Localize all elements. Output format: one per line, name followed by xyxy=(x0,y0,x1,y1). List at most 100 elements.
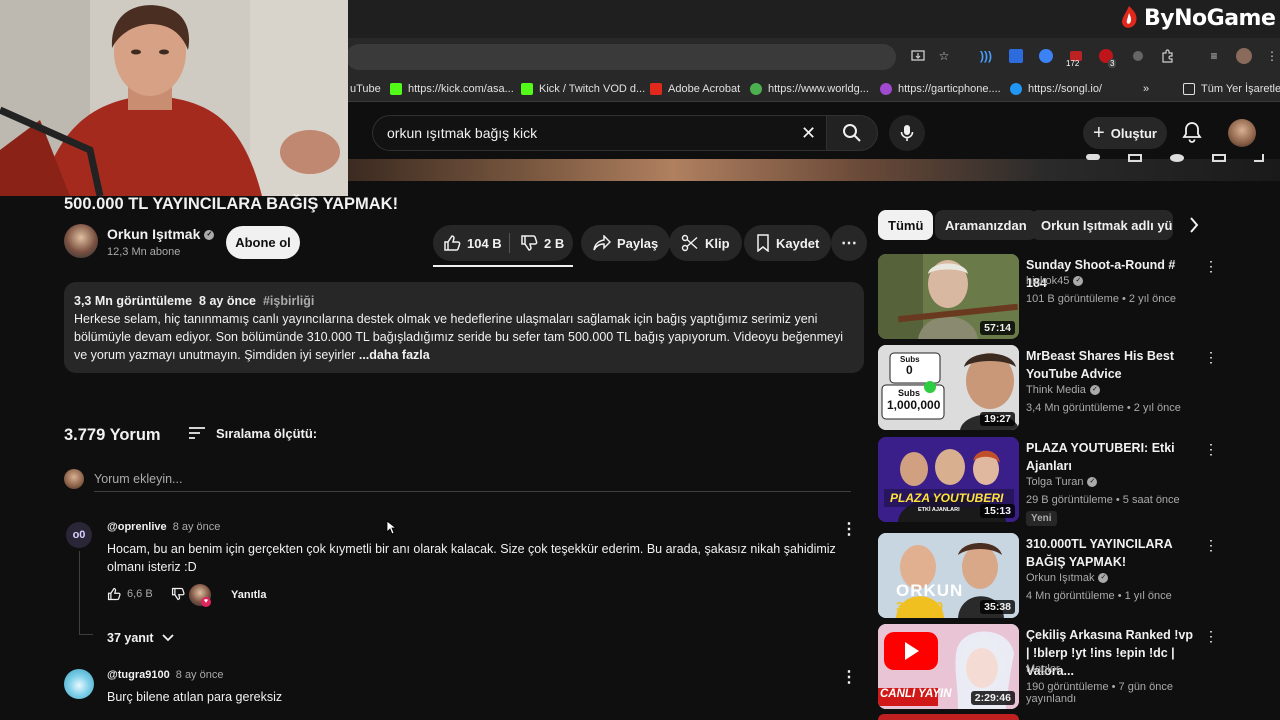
view-replies-button[interactable]: 37 yanıt xyxy=(107,631,174,645)
commenter-avatar[interactable]: o0 xyxy=(66,522,92,548)
channel-name[interactable]: Orkun Işıtmak xyxy=(107,226,200,242)
view-count: 3,3 Mn görüntüleme xyxy=(74,294,193,308)
share-button[interactable]: Paylaş xyxy=(581,225,671,261)
bookmark-kick[interactable]: https://kick.com/asa... xyxy=(390,80,514,98)
chip-from-search[interactable]: Aramanızdan xyxy=(935,210,1037,240)
like-button[interactable]: 104 B xyxy=(443,225,502,261)
video-channel[interactable]: Maglor xyxy=(1026,663,1060,675)
subtitles-icon[interactable] xyxy=(1128,154,1142,162)
recommended-video[interactable]: 57:14 Sunday Shoot-a-Round # 184 hickok4… xyxy=(878,254,1218,340)
extension-gray-icon[interactable] xyxy=(1130,48,1146,64)
save-button[interactable]: Kaydet xyxy=(744,225,832,261)
recommended-video[interactable]: Subs 0 Subs 1,000,000 19:27 MrBeast Shar… xyxy=(878,345,1218,431)
comment-author[interactable]: @oprenlive xyxy=(107,521,167,533)
dislike-button[interactable]: 2 B xyxy=(520,225,564,261)
sort-comments-button[interactable]: Sıralama ölçütü: xyxy=(188,425,317,441)
search-button[interactable] xyxy=(826,115,878,151)
account-avatar[interactable] xyxy=(1228,119,1256,147)
bookmark-all-folder[interactable]: Tüm Yer İşaretleri xyxy=(1183,80,1280,98)
video-menu-icon[interactable]: ⋮ xyxy=(1204,441,1218,458)
video-menu-icon[interactable]: ⋮ xyxy=(1204,537,1218,554)
bookmark-gartic[interactable]: https://garticphone.... xyxy=(880,80,1001,98)
video-title[interactable]: 310.000TL YAYINCILARA BAĞIŞ YAPMAK! xyxy=(1026,535,1198,571)
profile-avatar-icon[interactable] xyxy=(1236,48,1252,64)
video-thumbnail[interactable]: CANLI YAYIN 2:29:46 xyxy=(878,624,1019,709)
hashtag-link[interactable]: #işbirliği xyxy=(263,294,314,308)
recommended-video[interactable]: PLAZA YOUTUBERI ETKİ AJANLARI 15:13 PLAZ… xyxy=(878,437,1218,526)
address-bar[interactable] xyxy=(346,44,896,70)
reading-list-icon[interactable]: ≡ xyxy=(1206,48,1222,64)
browser-menu-icon[interactable]: ⋮ xyxy=(1264,48,1280,64)
chip-next-chevron-icon[interactable] xyxy=(1189,217,1199,233)
fullscreen-icon[interactable] xyxy=(1254,154,1264,162)
video-title[interactable]: PLAZA YOUTUBERI: Etki Ajanları xyxy=(1026,439,1198,475)
reply-button[interactable]: Yanıtla xyxy=(231,589,266,601)
install-app-icon[interactable] xyxy=(910,48,926,64)
logo-text: ByNoGame xyxy=(1144,5,1276,31)
settings-gear-icon[interactable] xyxy=(1170,154,1184,162)
comment-count: 3.779 Yorum xyxy=(64,426,161,444)
video-channel[interactable]: Orkun Işıtmak xyxy=(1026,572,1094,584)
bookmark-star-icon[interactable]: ☆ xyxy=(936,48,952,64)
clear-search-icon[interactable]: ✕ xyxy=(801,123,816,144)
chip-channel-uploads[interactable]: Orkun Işıtmak adlı yükle xyxy=(1031,210,1173,240)
channel-name-row[interactable]: Orkun Işıtmak ✓ xyxy=(107,226,215,242)
chip-all[interactable]: Tümü xyxy=(878,210,934,240)
video-menu-icon[interactable]: ⋮ xyxy=(1204,349,1218,366)
recommended-video[interactable]: ORKUN 310,000 35:38 310.000TL YAYINCILAR… xyxy=(878,533,1218,619)
recommended-video[interactable]: CANLI YAYIN 2:29:46 Çekiliş Arkasına Ran… xyxy=(878,624,1218,710)
video-thumbnail[interactable]: 57:14 xyxy=(878,254,1019,339)
video-thumbnail[interactable]: ORKUN 310,000 35:38 xyxy=(878,533,1019,618)
comment-date[interactable]: 8 ay önce xyxy=(176,669,224,681)
video-thumbnail[interactable]: Subs 0 Subs 1,000,000 19:27 xyxy=(878,345,1019,430)
comment-date[interactable]: 8 ay önce xyxy=(173,521,221,533)
extension-wave-icon[interactable]: ))) xyxy=(978,48,994,64)
extensions-puzzle-icon[interactable] xyxy=(1160,48,1176,64)
subscribe-button[interactable]: Abone ol xyxy=(226,226,300,259)
video-menu-icon[interactable]: ⋮ xyxy=(1204,258,1218,275)
bookmarks-overflow-icon[interactable]: » xyxy=(1143,80,1149,98)
video-channel-row[interactable]: Orkun Işıtmak ✓ xyxy=(1026,572,1109,584)
video-channel-row[interactable]: Tolga Turan ✓ xyxy=(1026,476,1098,488)
show-more-link[interactable]: ...daha fazla xyxy=(359,348,430,362)
search-input[interactable]: orkun ışıtmak bağış kick ✕ xyxy=(372,115,826,151)
more-actions-icon[interactable]: ⋯ xyxy=(831,225,867,261)
notifications-bell-icon[interactable] xyxy=(1182,121,1202,143)
comment-menu-icon[interactable]: ⋮ xyxy=(841,667,857,687)
comment-dislike-icon[interactable] xyxy=(171,587,185,601)
comment-like-icon[interactable] xyxy=(107,587,121,601)
bookmark-worldguessr[interactable]: https://www.worldg... xyxy=(750,80,869,98)
description-box[interactable]: 3,3 Mn görüntüleme 8 ay önce #işbirliği … xyxy=(64,282,864,373)
video-title[interactable]: MrBeast Shares His Best YouTube Advice xyxy=(1026,347,1198,383)
voice-search-button[interactable] xyxy=(889,115,925,151)
thumbnail-text: 310,000 xyxy=(896,599,943,614)
clip-label: Klip xyxy=(705,235,730,251)
search-icon xyxy=(843,124,861,142)
add-comment-input[interactable]: Yorum ekleyin... xyxy=(94,470,851,492)
bookmark-label: https://garticphone.... xyxy=(898,83,1001,95)
video-channel-row[interactable]: Maglor xyxy=(1026,663,1060,675)
theater-mode-icon[interactable] xyxy=(1212,154,1226,162)
commenter-avatar[interactable] xyxy=(64,669,94,699)
bookmark-vod[interactable]: Kick / Twitch VOD d... xyxy=(521,80,645,98)
bookmark-songl[interactable]: https://songl.io/ xyxy=(1010,80,1102,98)
clip-button[interactable]: Klip xyxy=(669,225,742,261)
comment-author[interactable]: @tugra9100 xyxy=(107,669,170,681)
autoplay-toggle-icon[interactable] xyxy=(1086,154,1100,160)
video-channel[interactable]: Tolga Turan xyxy=(1026,476,1083,488)
video-menu-icon[interactable]: ⋮ xyxy=(1204,628,1218,645)
bookmark-youtube[interactable]: uTube xyxy=(350,80,381,98)
comment-menu-icon[interactable]: ⋮ xyxy=(841,519,857,539)
video-channel-row[interactable]: hickok45 ✓ xyxy=(1026,275,1084,287)
extension-circle-icon[interactable] xyxy=(1038,48,1054,64)
video-channel[interactable]: Think Media xyxy=(1026,384,1086,396)
create-button[interactable]: + Oluştur xyxy=(1083,117,1167,149)
video-thumbnail[interactable]: PLAZA YOUTUBERI ETKİ AJANLARI 15:13 xyxy=(878,437,1019,522)
bookmark-acrobat[interactable]: Adobe Acrobat xyxy=(650,80,740,98)
recommended-video-partial[interactable] xyxy=(878,714,1019,720)
video-channel-row[interactable]: Think Media ✓ xyxy=(1026,384,1100,396)
channel-avatar[interactable] xyxy=(64,224,98,258)
phone-icon xyxy=(880,83,892,95)
extension-translate-icon[interactable] xyxy=(1008,48,1024,64)
video-channel[interactable]: hickok45 xyxy=(1026,275,1069,287)
